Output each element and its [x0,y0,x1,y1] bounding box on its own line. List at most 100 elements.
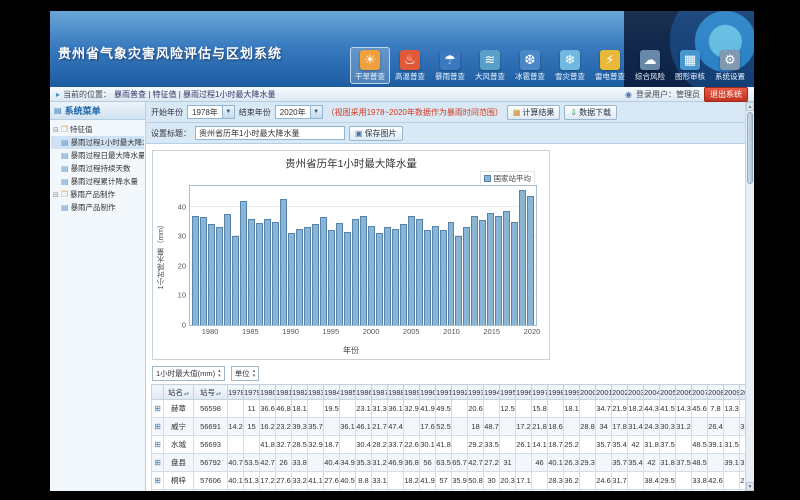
row-expand-icon[interactable]: ⊞ [152,436,164,454]
sort-icon[interactable]: ▴▾ [216,391,221,397]
row-expand-icon[interactable]: ⊞ [152,454,164,472]
col-header-站号[interactable]: 站号▴▾ [194,385,228,400]
unit-filter-select[interactable]: 单位 ▴▾ [231,366,260,381]
value-cell: 25.2 [564,436,580,454]
col-header-2000[interactable]: 2000 [580,385,596,400]
nav-item-wind[interactable]: ≋大风普查 [470,47,510,84]
chevron-down-icon[interactable]: ▼ [222,106,234,118]
chevron-down-icon[interactable]: ▼ [310,106,322,118]
scroll-down-icon[interactable]: ▼ [746,482,754,491]
calc-result-button[interactable]: ▦ 计算结果 [507,105,561,120]
row-expand-icon[interactable]: ⊞ [152,400,164,418]
sidebar-item-暴雨产品制作[interactable]: ▤暴雨产品制作 [51,201,144,214]
chart-title-input[interactable] [195,126,345,140]
table-row[interactable]: ⊞水城5669341.832.728.532.918.730.428.233.7… [152,436,746,454]
col-header-1987[interactable]: 1987 [372,385,388,400]
sidebar-item-暴雨过程累计降水量[interactable]: ▤暴雨过程累计降水量 [51,175,144,188]
sidebar-item-暴雨过程日最大降水量[interactable]: ▤暴雨过程日最大降水量 [51,149,144,162]
col-header-2007[interactable]: 2007 [692,385,708,400]
row-expand-icon[interactable]: ⊞ [152,472,164,490]
value-cell: 39.1 [708,436,724,454]
nav-item-rainstorm[interactable]: ☂暴雨普查 [430,47,470,84]
vertical-scrollbar[interactable]: ▲ ▼ [745,102,754,491]
sort-icon[interactable]: ▴▾ [184,391,189,397]
col-header-1996[interactable]: 1996 [516,385,532,400]
col-header-2001[interactable]: 2001 [596,385,612,400]
col-header-2003[interactable]: 2003 [628,385,644,400]
col-header-1997[interactable]: 1997 [532,385,548,400]
col-header-1999[interactable]: 1999 [564,385,580,400]
scrollbar-thumb[interactable] [747,112,753,184]
col-header-1989[interactable]: 1989 [404,385,420,400]
nav-item-review[interactable]: ▦图形审核 [670,47,710,84]
col-header-1990[interactable]: 1990 [420,385,436,400]
row-expand-icon[interactable]: ⊞ [152,490,164,492]
collapse-icon[interactable]: ⊟ [53,126,59,134]
table-row[interactable]: ⊞赫章565981136.646.818.119.523.131.336.132… [152,400,746,418]
nav-item-heat[interactable]: ♨高温普查 [390,47,430,84]
col-header-1986[interactable]: 1986 [356,385,372,400]
col-header-1991[interactable]: 1991 [436,385,452,400]
table-row[interactable]: ⊞桐梓5760640.151.317.227.633.241.127.640.5… [152,472,746,490]
col-header-1984[interactable]: 1984 [324,385,340,400]
col-header-1988[interactable]: 1988 [388,385,404,400]
col-header-1995[interactable]: 1995 [500,385,516,400]
col-header-2008[interactable]: 2008 [708,385,724,400]
row-expand-icon[interactable]: ⊞ [152,418,164,436]
nav-item-settings[interactable]: ⚙系统设置 [710,47,750,84]
col-header-1992[interactable]: 1992 [452,385,468,400]
sort-arrows-icon: ▴▾ [253,369,256,379]
col-header-2005[interactable]: 2005 [660,385,676,400]
col-header-1994[interactable]: 1994 [484,385,500,400]
end-year-select[interactable]: 2020年 ▼ [275,105,323,119]
nav-item-lightning[interactable]: ⚡雷电普查 [590,47,630,84]
sidebar-item-暴雨产品制作[interactable]: ⊟❐暴雨产品制作 [51,188,144,201]
col-header-2006[interactable]: 2006 [676,385,692,400]
value-cell [388,472,404,490]
col-header-1985[interactable]: 1985 [340,385,356,400]
value-cell [308,454,324,472]
table-row[interactable]: ⊞威宁5669114.21516.223.239.335.736.146.121… [152,418,746,436]
risk-icon: ☁ [640,50,660,70]
nav-item-drought[interactable]: ☀干旱普查 [350,47,390,84]
collapse-icon[interactable]: ⊟ [53,191,59,199]
col-header-2009[interactable]: 2009 [724,385,740,400]
col-header-1980[interactable]: 1980 [260,385,276,400]
value-cell [452,490,468,492]
value-cell [516,400,532,418]
value-cell: 32.9 [404,400,420,418]
sidebar-item-特征值[interactable]: ⊟❐特征值 [51,123,144,136]
table-row[interactable]: ⊞盘县5679240.753.542.72633.840.434.935.331… [152,454,746,472]
value-cell: 45.6 [692,400,708,418]
value-filter-select[interactable]: 1小时最大值(mm) ▴▾ [152,366,225,381]
nav-item-risk[interactable]: ☁综合风险 [630,47,670,84]
sidebar-item-暴雨过程1小时最大降水量[interactable]: ▤暴雨过程1小时最大降水量 [51,136,144,149]
col-header-1983[interactable]: 1983 [308,385,324,400]
table-row[interactable]: ⊞兴义5790232.428.735.122.941.630.827.436.2… [152,490,746,492]
logout-button[interactable]: 退出系统 [704,87,748,102]
col-header-1978[interactable]: 1978 [228,385,244,400]
value-cell: 28.3 [548,472,564,490]
bar-1994 [320,217,327,325]
value-cell: 26.3 [564,454,580,472]
data-download-button[interactable]: ⇩ 数据下载 [564,105,617,120]
col-header-1993[interactable]: 1993 [468,385,484,400]
col-header-2002[interactable]: 2002 [612,385,628,400]
start-year-select[interactable]: 1978年 ▼ [187,105,235,119]
scroll-up-icon[interactable]: ▲ [746,102,754,111]
breadcrumb[interactable]: 暴雨普查 | 特征值 | 暴雨过程1小时最大降水量 [114,89,276,100]
value-cell: 42.6 [708,472,724,490]
col-header-1979[interactable]: 1979 [244,385,260,400]
col-header-站名[interactable]: 站名▴▾ [164,385,194,400]
col-header-1981[interactable]: 1981 [276,385,292,400]
value-cell: 46.8 [276,400,292,418]
sidebar-item-暴雨过程持续天数[interactable]: ▤暴雨过程持续天数 [51,162,144,175]
nav-item-hail[interactable]: ❆冰雹普查 [510,47,550,84]
scrollbar-track[interactable] [746,185,754,482]
col-header-1982[interactable]: 1982 [292,385,308,400]
col-header-2004[interactable]: 2004 [644,385,660,400]
save-image-button[interactable]: ▣ 保存图片 [349,126,403,141]
value-cell [724,418,740,436]
nav-item-snow[interactable]: ❄雪灾普查 [550,47,590,84]
col-header-1998[interactable]: 1998 [548,385,564,400]
